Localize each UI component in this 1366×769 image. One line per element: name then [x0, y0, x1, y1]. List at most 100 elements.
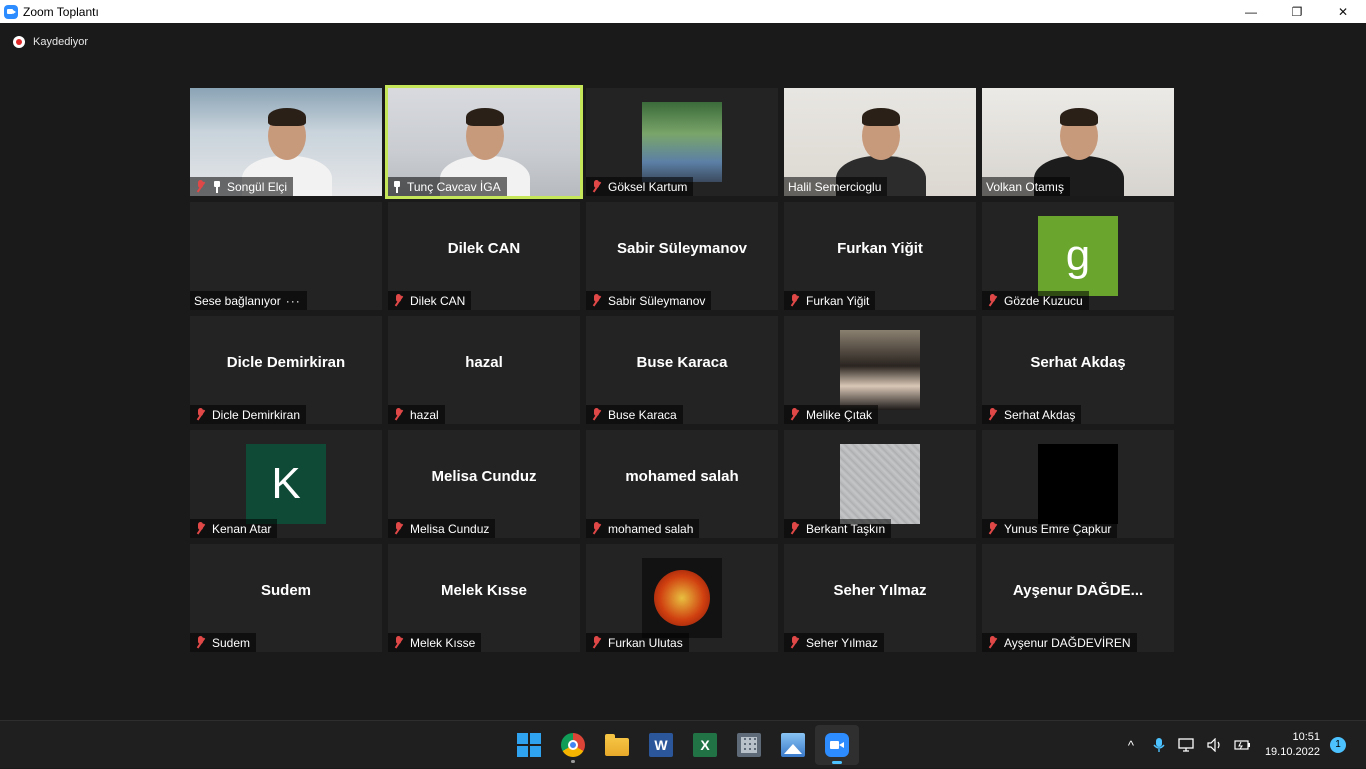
participant-tile[interactable]: Melek Kısse Melek Kısse — [388, 544, 580, 652]
mic-muted-icon — [788, 522, 802, 535]
battery-icon[interactable] — [1229, 721, 1257, 769]
tray-overflow-chevron-icon[interactable]: ^ — [1117, 721, 1145, 769]
participant-name-label: Buse Karaca — [586, 405, 683, 424]
photos-icon — [781, 733, 805, 757]
participant-tile[interactable]: Melike Çıtak — [784, 316, 976, 424]
participant-tile[interactable]: Sabir Süleymanov Sabir Süleymanov — [586, 202, 778, 310]
participant-tile[interactable]: K Kenan Atar — [190, 430, 382, 538]
participant-display-name: Furkan Yiğit — [837, 240, 923, 257]
participant-tile[interactable]: Berkant Taşkın — [784, 430, 976, 538]
network-icon[interactable] — [1173, 721, 1201, 769]
participant-name: Melisa Cunduz — [410, 521, 490, 536]
participant-display-name: Dicle Demirkiran — [226, 354, 346, 371]
participant-name-label: mohamed salah — [586, 519, 700, 538]
participant-display-name: Serhat Akdaş — [1030, 354, 1126, 371]
taskbar-file-explorer-button[interactable] — [595, 725, 639, 765]
participant-tile[interactable]: Dilek CAN Dilek CAN — [388, 202, 580, 310]
participant-name: Volkan Otamış — [986, 179, 1065, 194]
avatar: K — [246, 444, 326, 524]
participant-tile[interactable]: Volkan Otamış — [982, 88, 1174, 196]
participant-tile[interactable]: Tunç Cavcav İGA — [385, 85, 583, 199]
microphone-icon[interactable] — [1145, 721, 1173, 769]
chrome-icon — [561, 733, 585, 757]
window-controls: — ❐ ✕ — [1228, 0, 1366, 23]
participant-tile[interactable]: Serhat Akdaş Serhat Akdaş — [982, 316, 1174, 424]
title-bar: Zoom Toplantı — ❐ ✕ — [0, 0, 1366, 23]
pin-icon — [212, 180, 222, 193]
avatar — [1038, 444, 1118, 524]
mic-muted-icon — [590, 294, 604, 307]
participant-name: Sese bağlanıyor — [194, 293, 281, 308]
participant-tile[interactable]: Furkan Ulutas — [586, 544, 778, 652]
participant-name: Buse Karaca — [608, 407, 677, 422]
participant-tile[interactable]: Buse Karaca Buse Karaca — [586, 316, 778, 424]
clock[interactable]: 10:51 19.10.2022 — [1265, 730, 1320, 760]
participant-name-label: Ayşenur DAĞDEVİREN — [982, 633, 1137, 652]
maximize-button[interactable]: ❐ — [1274, 0, 1320, 23]
participant-name: hazal — [410, 407, 439, 422]
mic-muted-icon — [590, 408, 604, 421]
taskbar-zoom-button[interactable] — [815, 725, 859, 765]
participant-name-label: Göksel Kartum — [586, 177, 694, 196]
taskbar-photos-button[interactable] — [771, 725, 815, 765]
participant-tile[interactable]: Sudem Sudem — [190, 544, 382, 652]
participant-name: Berkant Taşkın — [806, 521, 886, 536]
taskbar-word-button[interactable]: W — [639, 725, 683, 765]
participant-name: Sabir Süleymanov — [608, 293, 706, 308]
participant-tile[interactable]: mohamed salah mohamed salah — [586, 430, 778, 538]
recording-indicator[interactable]: Kaydediyor — [13, 36, 88, 48]
connecting-dots-icon: ··· — [285, 293, 301, 308]
window-title: Zoom Toplantı — [23, 4, 99, 19]
participant-tile[interactable]: Yunus Emre Çapkur — [982, 430, 1174, 538]
mic-muted-icon — [788, 408, 802, 421]
participant-tile[interactable]: Ayşenur DAĞDE... Ayşenur DAĞDEVİREN — [982, 544, 1174, 652]
participant-tile[interactable]: Songül Elçi — [190, 88, 382, 196]
pin-icon — [392, 180, 402, 193]
participant-name-label: Melek Kısse — [388, 633, 482, 652]
avatar — [840, 330, 920, 410]
volume-icon[interactable] — [1201, 721, 1229, 769]
participant-tile[interactable]: Melisa Cunduz Melisa Cunduz — [388, 430, 580, 538]
participant-name: Kenan Atar — [212, 521, 272, 536]
participant-name: Ayşenur DAĞDEVİREN — [1004, 635, 1131, 650]
mic-muted-icon — [590, 522, 604, 535]
mic-muted-icon — [194, 522, 208, 535]
participant-name-label: hazal — [388, 405, 445, 424]
participant-tile[interactable]: Sese bağlanıyor ··· — [190, 202, 382, 310]
participant-display-name: mohamed salah — [625, 468, 739, 485]
participant-tile[interactable]: Dicle Demirkiran Dicle Demirkiran — [190, 316, 382, 424]
taskbar-excel-button[interactable]: X — [683, 725, 727, 765]
taskbar-apps: WX — [507, 725, 859, 765]
participant-tile[interactable]: g Gözde Kuzucu — [982, 202, 1174, 310]
windows-start-icon — [517, 733, 541, 757]
participant-name: Melike Çıtak — [806, 407, 873, 422]
participant-tile[interactable]: hazal hazal — [388, 316, 580, 424]
mic-muted-icon — [788, 636, 802, 649]
participant-display-name: Ayşenur DAĞDE... — [1012, 582, 1144, 599]
avatar — [642, 102, 722, 182]
participant-tile[interactable]: Halil Semercioglu — [784, 88, 976, 196]
participant-name-label: Furkan Yiğit — [784, 291, 876, 310]
participant-name: Göksel Kartum — [608, 179, 688, 194]
participant-display-name: Melisa Cunduz — [431, 468, 537, 485]
taskbar-start-button[interactable] — [507, 725, 551, 765]
participant-tile[interactable]: Furkan Yiğit Furkan Yiğit — [784, 202, 976, 310]
participant-tile[interactable]: Göksel Kartum — [586, 88, 778, 196]
participant-name-label: Furkan Ulutas — [586, 633, 689, 652]
participant-display-name: Melek Kısse — [441, 582, 527, 599]
participant-name-label: Tunç Cavcav İGA — [388, 177, 507, 196]
taskbar-calculator-button[interactable] — [727, 725, 771, 765]
close-button[interactable]: ✕ — [1320, 0, 1366, 23]
participant-name-label: Melisa Cunduz — [388, 519, 496, 538]
avatar: g — [1038, 216, 1118, 296]
notification-badge[interactable]: 1 — [1330, 737, 1346, 753]
participant-tile[interactable]: Seher Yılmaz Seher Yılmaz — [784, 544, 976, 652]
record-icon — [13, 36, 25, 48]
recording-label: Kaydediyor — [33, 36, 89, 48]
zoom-icon — [825, 733, 849, 757]
minimize-button[interactable]: — — [1228, 0, 1274, 23]
participant-name-label: Seher Yılmaz — [784, 633, 884, 652]
taskbar-chrome-button[interactable] — [551, 725, 595, 765]
participant-display-name: Sudem — [260, 582, 311, 599]
mic-muted-icon — [986, 294, 1000, 307]
